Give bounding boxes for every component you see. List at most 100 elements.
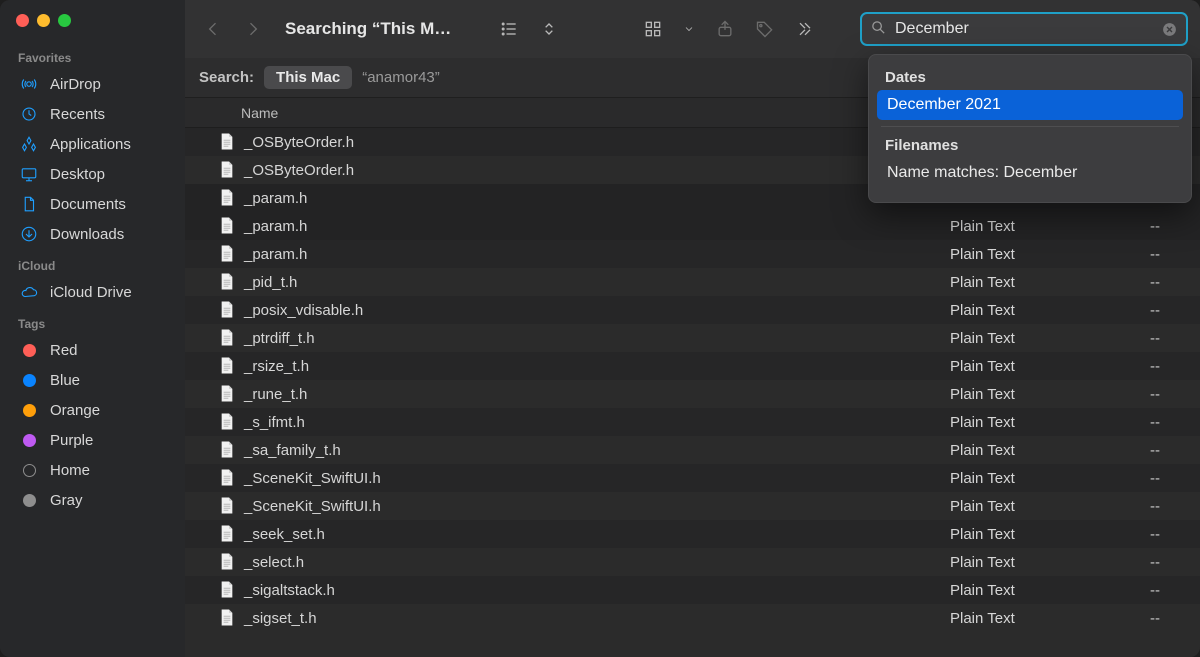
document-icon	[219, 244, 236, 264]
table-row[interactable]: _param.hPlain Text--	[185, 212, 1200, 240]
table-row[interactable]: _sigaltstack.hPlain Text--	[185, 576, 1200, 604]
sidebar-item-purple[interactable]: Purple	[0, 425, 185, 455]
file-name: _OSByteOrder.h	[244, 134, 354, 151]
document-icon	[219, 188, 236, 208]
sidebar-item-label: Downloads	[50, 226, 124, 243]
file-name: _posix_vdisable.h	[244, 302, 363, 319]
view-sort-button[interactable]	[531, 15, 567, 43]
download-icon	[20, 225, 38, 243]
file-kind: Plain Text	[940, 498, 1110, 515]
table-row[interactable]: _rsize_t.hPlain Text--	[185, 352, 1200, 380]
table-row[interactable]: _pid_t.hPlain Text--	[185, 268, 1200, 296]
clear-search-icon[interactable]	[1161, 21, 1178, 38]
file-kind: Plain Text	[940, 582, 1110, 599]
file-kind: Plain Text	[940, 414, 1110, 431]
column-name[interactable]: Name	[185, 105, 940, 121]
document-icon	[219, 496, 236, 516]
document-icon	[219, 552, 236, 572]
airdrop-icon	[20, 75, 38, 93]
tagtag-icon	[20, 491, 38, 509]
zoom-window-button[interactable]	[58, 14, 71, 27]
file-name: _sa_family_t.h	[244, 442, 341, 459]
file-kind: Plain Text	[940, 610, 1110, 627]
sidebar-item-label: AirDrop	[50, 76, 101, 93]
search-scope-location[interactable]: “anamor43”	[362, 69, 440, 86]
sidebar-item-airdrop[interactable]: AirDrop	[0, 69, 185, 99]
sidebar-group-favorites: Favorites	[0, 41, 185, 69]
back-button[interactable]	[195, 15, 231, 43]
forward-button[interactable]	[235, 15, 271, 43]
file-name: _sigaltstack.h	[244, 582, 335, 599]
document-icon	[219, 216, 236, 236]
tagtag-icon	[20, 371, 38, 389]
file-kind: Plain Text	[940, 470, 1110, 487]
file-extra: --	[1110, 442, 1200, 459]
search-scope-thismac[interactable]: This Mac	[264, 66, 352, 89]
file-kind: Plain Text	[940, 358, 1110, 375]
search-suggestions-popover: DatesDecember 2021FilenamesName matches:…	[868, 54, 1192, 203]
sidebar-item-desktop[interactable]: Desktop	[0, 159, 185, 189]
document-icon	[219, 356, 236, 376]
table-row[interactable]: _select.hPlain Text--	[185, 548, 1200, 576]
file-name: _param.h	[244, 190, 307, 207]
sidebar-item-icloud-drive[interactable]: iCloud Drive	[0, 277, 185, 307]
table-row[interactable]: _param.hPlain Text--	[185, 240, 1200, 268]
file-extra: --	[1110, 302, 1200, 319]
group-dropdown[interactable]	[675, 15, 703, 43]
table-row[interactable]: _seek_set.hPlain Text--	[185, 520, 1200, 548]
file-extra: --	[1110, 414, 1200, 431]
sidebar-item-label: Purple	[50, 432, 93, 449]
results-list: _OSByteOrder.hPlain Text_OSByteOrder.hPl…	[185, 128, 1200, 657]
sidebar-item-blue[interactable]: Blue	[0, 365, 185, 395]
table-row[interactable]: _posix_vdisable.hPlain Text--	[185, 296, 1200, 324]
document-icon	[219, 160, 236, 180]
file-extra: --	[1110, 498, 1200, 515]
minimize-window-button[interactable]	[37, 14, 50, 27]
tag-button[interactable]	[747, 15, 783, 43]
sidebar-item-downloads[interactable]: Downloads	[0, 219, 185, 249]
table-row[interactable]: _rune_t.hPlain Text--	[185, 380, 1200, 408]
sidebar-item-recents[interactable]: Recents	[0, 99, 185, 129]
table-row[interactable]: _SceneKit_SwiftUI.hPlain Text--	[185, 492, 1200, 520]
sidebar-item-red[interactable]: Red	[0, 335, 185, 365]
sidebar-item-label: Gray	[50, 492, 83, 509]
window-title: Searching “This M…	[275, 19, 461, 39]
search-field[interactable]	[860, 12, 1188, 46]
document-icon	[219, 132, 236, 152]
overflow-button[interactable]	[787, 15, 823, 43]
table-row[interactable]: _s_ifmt.h Plain Text--	[185, 408, 1200, 436]
search-icon	[870, 19, 887, 39]
sidebar-item-gray[interactable]: Gray	[0, 485, 185, 515]
file-kind: Plain Text	[940, 526, 1110, 543]
window-controls	[0, 0, 185, 41]
sidebar-item-label: Orange	[50, 402, 100, 419]
sidebar-item-orange[interactable]: Orange	[0, 395, 185, 425]
sidebar-item-applications[interactable]: Applications	[0, 129, 185, 159]
file-name: _s_ifmt.h	[244, 414, 305, 431]
file-extra: --	[1110, 386, 1200, 403]
sidebar-group-icloud: iCloud	[0, 249, 185, 277]
sidebar-item-label: Documents	[50, 196, 126, 213]
search-input[interactable]	[895, 20, 1153, 38]
sidebar-item-label: Applications	[50, 136, 131, 153]
document-icon	[219, 272, 236, 292]
sidebar-item-documents[interactable]: Documents	[0, 189, 185, 219]
group-button[interactable]	[635, 15, 671, 43]
apps-icon	[20, 135, 38, 153]
view-list-button[interactable]	[491, 15, 527, 43]
file-name: _param.h	[244, 218, 307, 235]
tagtag-icon	[20, 461, 38, 479]
table-row[interactable]: _sigset_t.hPlain Text--	[185, 604, 1200, 632]
share-button[interactable]	[707, 15, 743, 43]
suggestion-item[interactable]: Name matches: December	[877, 158, 1183, 188]
table-row[interactable]: _SceneKit_SwiftUI.hPlain Text--	[185, 464, 1200, 492]
document-icon	[219, 468, 236, 488]
sidebar-item-home[interactable]: Home	[0, 455, 185, 485]
toolbar: Searching “This M…	[185, 0, 1200, 58]
table-row[interactable]: _sa_family_t.hPlain Text--	[185, 436, 1200, 464]
file-name: _param.h	[244, 246, 307, 263]
suggestion-item[interactable]: December 2021	[877, 90, 1183, 120]
close-window-button[interactable]	[16, 14, 29, 27]
file-kind: Plain Text	[940, 386, 1110, 403]
table-row[interactable]: _ptrdiff_t.hPlain Text--	[185, 324, 1200, 352]
